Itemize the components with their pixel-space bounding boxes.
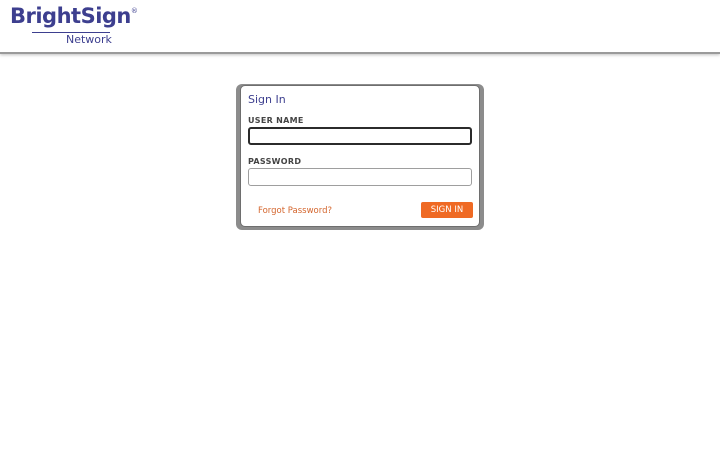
forgot-password-link[interactable]: Forgot Password? xyxy=(258,206,332,216)
brightsign-network-logo[interactable]: BrightSign® Network xyxy=(10,4,138,48)
username-label: USER NAME xyxy=(248,116,304,125)
signin-card: Sign In USER NAME PASSWORD Forgot Passwo… xyxy=(240,85,480,227)
username-input[interactable] xyxy=(248,127,472,145)
password-input[interactable] xyxy=(248,168,472,186)
password-label: PASSWORD xyxy=(248,157,302,166)
top-header: BrightSign® Network xyxy=(0,0,720,54)
signin-title: Sign In xyxy=(248,93,286,106)
logo-product-text: Network xyxy=(66,33,112,46)
logo-brand-text: BrightSign® xyxy=(10,4,138,28)
sign-in-button[interactable]: SIGN IN xyxy=(421,202,473,218)
